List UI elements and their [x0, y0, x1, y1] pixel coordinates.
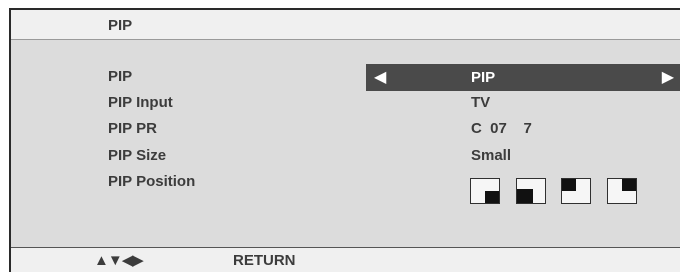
- pip-label: PIP: [108, 68, 133, 85]
- pip-position-top-left-icon[interactable]: [561, 178, 591, 204]
- pip-pr-label: PIP PR: [108, 120, 157, 137]
- pip-position-bottom-right-icon[interactable]: [470, 178, 500, 204]
- pip-position-label: PIP Position: [108, 173, 196, 190]
- navigation-arrows-icon: ▲▼◀▶: [94, 252, 144, 269]
- pip-input-value[interactable]: TV: [471, 94, 490, 111]
- pip-value: PIP: [471, 69, 496, 86]
- return-label[interactable]: RETURN: [233, 252, 296, 269]
- pip-position-top-right-icon[interactable]: [607, 178, 637, 204]
- pip-size-label: PIP Size: [108, 147, 167, 164]
- pip-position-bottom-left-icon[interactable]: [516, 178, 546, 204]
- menu-footer: ▲▼◀▶ RETURN: [11, 247, 680, 272]
- left-arrow-icon[interactable]: ◀: [374, 67, 386, 87]
- menu-title-bar: PIP: [11, 10, 680, 40]
- pip-size-value[interactable]: Small: [471, 147, 511, 164]
- pip-menu-panel: PIP PIP PIP Input PIP PR PIP Size PIP Po…: [9, 8, 680, 272]
- menu-title: PIP: [108, 17, 133, 34]
- pip-input-label: PIP Input: [108, 94, 173, 111]
- pip-pr-value[interactable]: C 07 7: [471, 120, 532, 137]
- right-arrow-icon[interactable]: ▶: [662, 67, 674, 87]
- pip-selector[interactable]: ◀ PIP ▶: [366, 64, 680, 91]
